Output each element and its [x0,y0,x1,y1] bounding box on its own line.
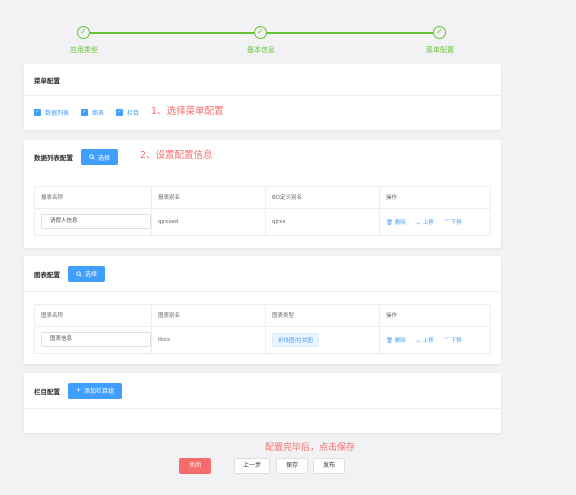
checkbox-chart[interactable]: ✓ 图表 [81,108,104,117]
card-header: 菜单配置 [24,64,501,96]
column-header: BO定义别名 [265,187,380,209]
table-cell: 请假人信息 [35,208,152,235]
chevron-up-icon: ︿ [415,337,422,344]
annotation-save-hint: 配置完毕后，点击保存 [265,443,356,453]
check-icon: ✓ [254,26,267,39]
chevron-up-icon: ︿ [415,219,422,226]
chart-type-tag: 折线图/柱状图 [272,332,319,347]
card-title: 菜单配置 [34,76,60,85]
chart-name-input[interactable]: 图表信息 [41,332,151,348]
button-label: 选择 [85,271,98,278]
report-name-input[interactable]: 请假人信息 [41,214,151,230]
search-icon [76,270,82,277]
column-header: 图表名称 [35,305,152,327]
card-title: 图表配置 [34,270,60,279]
card-title: 数据列表配置 [34,154,73,162]
search-icon [89,154,95,160]
column-header: 报表名称 [35,187,152,209]
step-connector [90,32,254,34]
table-cell: qjrxx [265,208,380,235]
table-cell: tbxx [151,326,266,353]
button-label: 选择 [98,154,111,162]
card-header: 栏目配置 + 添加栏目组 [24,373,501,409]
trash-icon: 🗑︎ [386,337,393,344]
prev-step-button[interactable]: 上一步 [234,458,270,474]
move-up-button[interactable]: ︿ 上移 [416,338,434,344]
checkbox-label: 图表 [92,109,105,117]
step-label-app-type: 应用类型 [70,46,98,54]
chevron-down-icon: ﹀ [443,219,450,226]
save-button[interactable]: 保存 [276,458,308,474]
checkbox-label: 栏目 [127,109,140,117]
menu-checkbox-group: ✓ 数据列表 ✓ 图表 ✓ 栏目 1、选择菜单配置 [24,96,501,128]
button-label: 上移 [422,337,434,344]
column-header: 操作 [379,187,490,209]
delete-button[interactable]: 🗑︎ 删除 [386,338,406,344]
step-label-menu-config: 菜单配置 [426,46,454,54]
step-connector [267,32,433,34]
column-config-card: 栏目配置 + 添加栏目组 [24,373,501,433]
step-label-basic-info: 基本信息 [247,46,275,54]
checkbox-column[interactable]: ✓ 栏目 [116,108,139,117]
column-header: 图表别名 [151,305,266,327]
button-label: 删除 [394,219,406,226]
chevron-down-icon: ﹀ [443,337,450,344]
chart-config-card: 图表配置 选择 图表名称 图表别名 图表类型 操作 图表信息 tbxx 折线图/… [24,256,501,364]
trash-icon: 🗑︎ [386,219,393,226]
button-label: 添加栏目组 [84,388,115,395]
add-column-group-button[interactable]: + 添加栏目组 [68,382,123,399]
checkbox-data-list[interactable]: ✓ 数据列表 [34,108,69,117]
move-down-button[interactable]: ﹀ 下移 [444,220,462,226]
card-header: 数据列表配置 选择 2、设置配置信息 [24,140,501,174]
checkbox-checked-icon: ✓ [81,108,89,116]
move-up-button[interactable]: ︿ 上移 [416,220,434,226]
table-cell: 图表信息 [35,326,152,353]
column-header: 图表类型 [265,305,380,327]
annotation-step-2: 2、设置配置信息 [140,150,213,161]
table-header-row: 图表名称 图表别名 图表类型 操作 [35,305,490,327]
table-cell-actions: 🗑︎ 删除 ︿ 上移 ﹀ 下移 [380,208,491,235]
step-progress: ✓ 应用类型 ✓ 基本信息 ✓ 菜单配置 [0,0,576,60]
table-cell: qjrxxed [151,208,266,235]
move-down-button[interactable]: ﹀ 下移 [444,338,462,344]
close-button[interactable]: 关闭 [179,458,211,474]
data-list-table: 报表名称 报表别名 BO定义别名 操作 请假人信息 qjrxxed qjrxx … [34,186,491,236]
data-list-config-card: 数据列表配置 选择 2、设置配置信息 报表名称 报表别名 BO定义别名 操作 请… [24,140,501,248]
button-label: 下移 [450,337,462,344]
chart-table: 图表名称 图表别名 图表类型 操作 图表信息 tbxx 折线图/柱状图 🗑︎ 删… [34,304,491,354]
table-header-row: 报表名称 报表别名 BO定义别名 操作 [35,187,490,209]
table-cell: 折线图/柱状图 [265,326,380,353]
table-row: 图表信息 tbxx 折线图/柱状图 🗑︎ 删除 ︿ 上移 ﹀ 下移 [35,326,490,353]
column-header: 操作 [379,305,490,327]
checkbox-checked-icon: ✓ [116,108,124,116]
plus-icon: + [76,387,82,394]
column-header: 报表别名 [151,187,266,209]
annotation-step-1: 1、选择菜单配置 [151,106,224,117]
check-icon: ✓ [77,26,90,39]
table-row: 请假人信息 qjrxxed qjrxx 🗑︎ 删除 ︿ 上移 ﹀ 下移 [35,208,490,235]
select-button[interactable]: 选择 [68,265,106,282]
button-label: 下移 [450,219,462,226]
publish-button[interactable]: 发布 [313,458,345,474]
checkbox-checked-icon: ✓ [34,108,41,116]
table-cell-actions: 🗑︎ 删除 ︿ 上移 ﹀ 下移 [380,326,491,353]
select-button[interactable]: 选择 [81,149,119,165]
checkbox-label: 数据列表 [45,109,70,117]
delete-button[interactable]: 🗑︎ 删除 [386,220,406,226]
check-icon: ✓ [433,26,446,39]
card-header: 图表配置 选择 [24,256,501,292]
card-title: 栏目配置 [34,387,60,396]
menu-config-card: 菜单配置 ✓ 数据列表 ✓ 图表 ✓ 栏目 1、选择菜单配置 [24,64,501,130]
button-label: 上移 [422,219,434,226]
button-label: 删除 [394,337,406,344]
